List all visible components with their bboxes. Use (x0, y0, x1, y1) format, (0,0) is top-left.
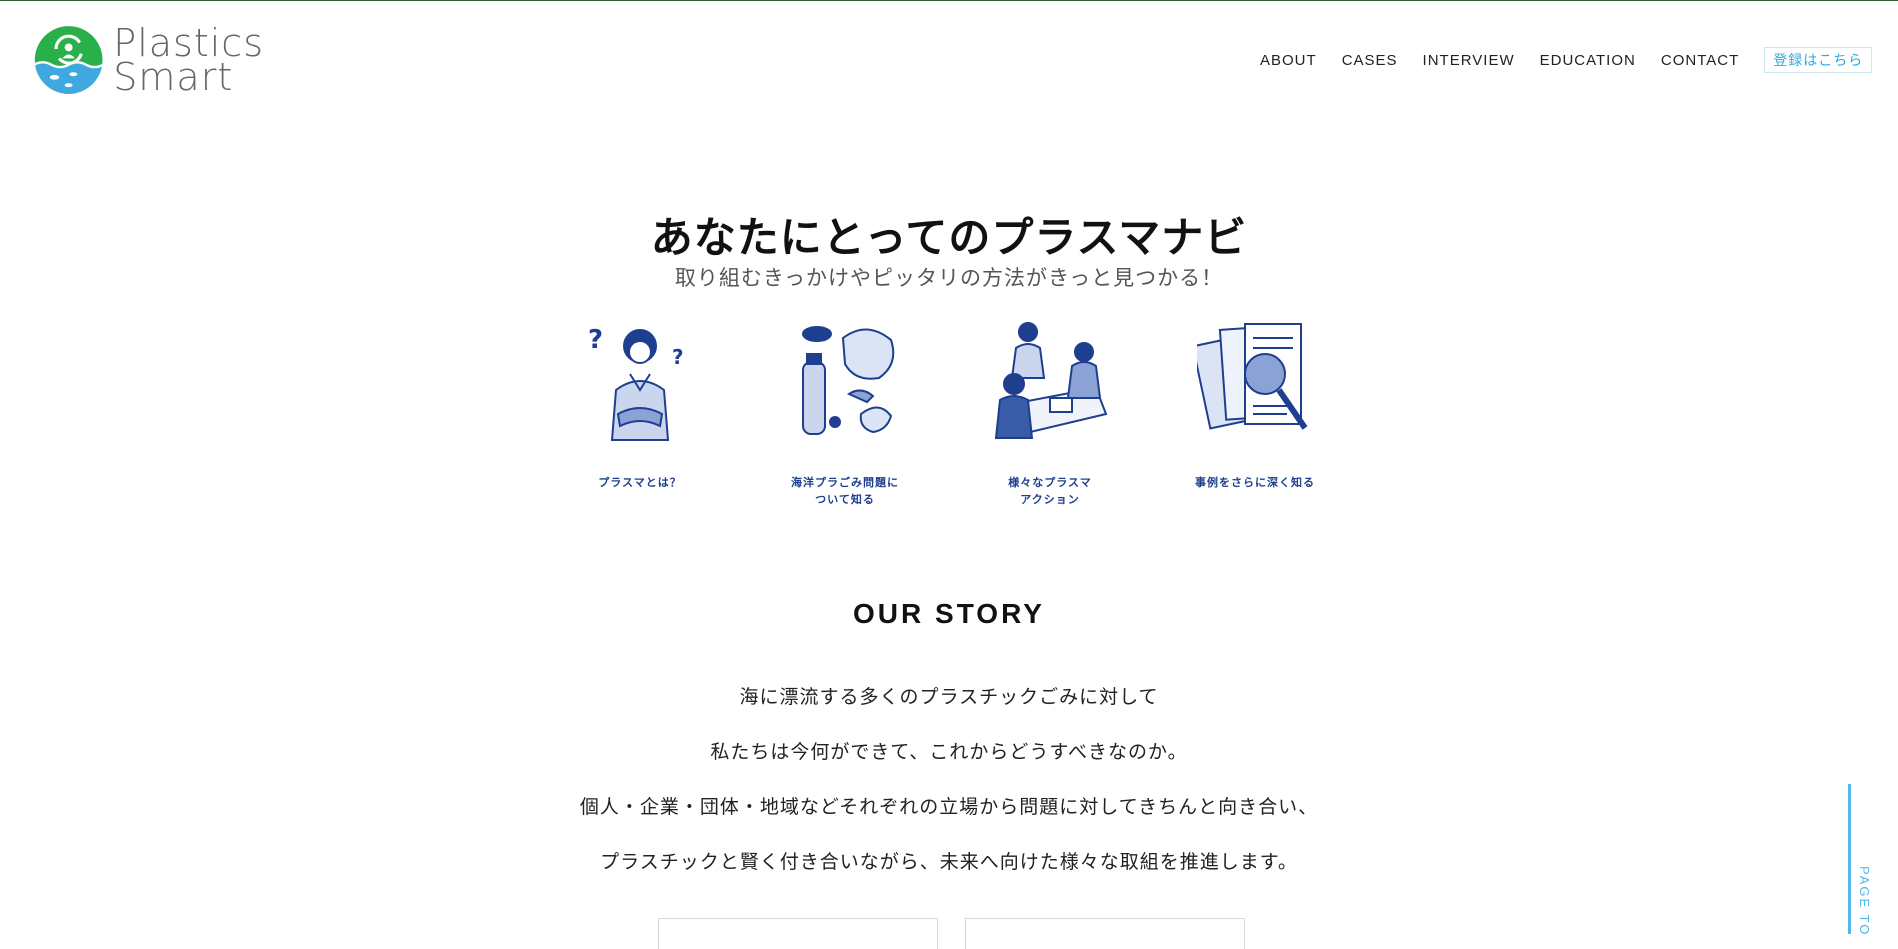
register-button[interactable]: 登録はこちら (1764, 47, 1873, 73)
our-story-heading: OUR STORY (853, 598, 1045, 629)
page-top-text-wrap: PAGE TOP (1858, 866, 1874, 936)
page-title: あなたにとってのプラスマナビ (650, 213, 1248, 262)
logo-wordmark: Plastics Smart (113, 24, 264, 99)
card-label-line-1: 事例をさらに深く知る (1195, 476, 1315, 489)
page-top-button[interactable]: PAGE TOP (1848, 784, 1888, 936)
nav-about[interactable]: ABOUT (1260, 52, 1317, 69)
card-label-line-2: アクション (1020, 493, 1080, 506)
nav-education[interactable]: EDUCATION (1540, 52, 1636, 69)
story-line-2: 私たちは今何ができて、これからどうすべきなのか。 (710, 741, 1188, 763)
meeting-people-icon (994, 322, 1108, 439)
card-case-studies[interactable]: 事例をさらに深く知る (1185, 318, 1325, 518)
card-label-line-1: プラスマとは？ (598, 476, 682, 489)
navigation-cards: ? ? プラスマとは？ 海洋プラごみ問題に ついて知る 様々なプラスマ アクショ… (570, 318, 1400, 518)
card-label: 事例をさらに深く知る (1175, 474, 1335, 491)
story-line-3: 個人・企業・団体・地域などそれぞれの立場から問題に対してきちんと向き合い、 (579, 796, 1319, 818)
plastics-smart-logo-icon (34, 26, 103, 94)
card-label-line-2: ついて知る (815, 493, 875, 506)
story-line-1: 海に漂流する多くのプラスチックごみに対して (739, 686, 1159, 708)
plastic-waste-icon (802, 326, 895, 435)
thinking-person-icon: ? ? (588, 325, 684, 441)
card-label: プラスマとは？ (560, 474, 720, 491)
svg-text:?: ? (672, 345, 684, 369)
card-label-line-1: 海洋プラごみ問題に (791, 476, 899, 489)
logo-link[interactable]: Plastics Smart (34, 16, 264, 104)
site-header: Plastics Smart ABOUT CASES INTERVIEW EDU… (0, 0, 1898, 110)
main-nav: ABOUT CASES INTERVIEW EDUCATION CONTACT … (1260, 46, 1873, 74)
nav-interview[interactable]: INTERVIEW (1423, 52, 1515, 69)
documents-magnifier-icon (1197, 323, 1308, 430)
nav-contact[interactable]: CONTACT (1661, 52, 1739, 69)
page-top-bar (1848, 784, 1851, 934)
card-plasma-actions[interactable]: 様々なプラスマ アクション (980, 318, 1120, 518)
card-label: 海洋プラごみ問題に ついて知る (765, 474, 925, 508)
page-subtitle: 取り組むきっかけやピッタリの方法がきっと見つかる！ (674, 266, 1224, 290)
story-line-4: プラスチックと賢く付き合いながら、未来へ向けた様々な取組を推進します。 (600, 851, 1298, 873)
logo-line-2: Smart (113, 55, 234, 99)
card-label: 様々なプラスマ アクション (970, 474, 1130, 508)
nav-cases[interactable]: CASES (1342, 52, 1398, 69)
card-ocean-plastic[interactable]: 海洋プラごみ問題に ついて知る (775, 318, 915, 518)
page-top-label: PAGE TOP (1858, 866, 1872, 936)
card-label-line-1: 様々なプラスマ (1008, 476, 1092, 489)
card-about-plasma[interactable]: ? ? プラスマとは？ (570, 318, 710, 518)
svg-text:?: ? (588, 325, 603, 355)
